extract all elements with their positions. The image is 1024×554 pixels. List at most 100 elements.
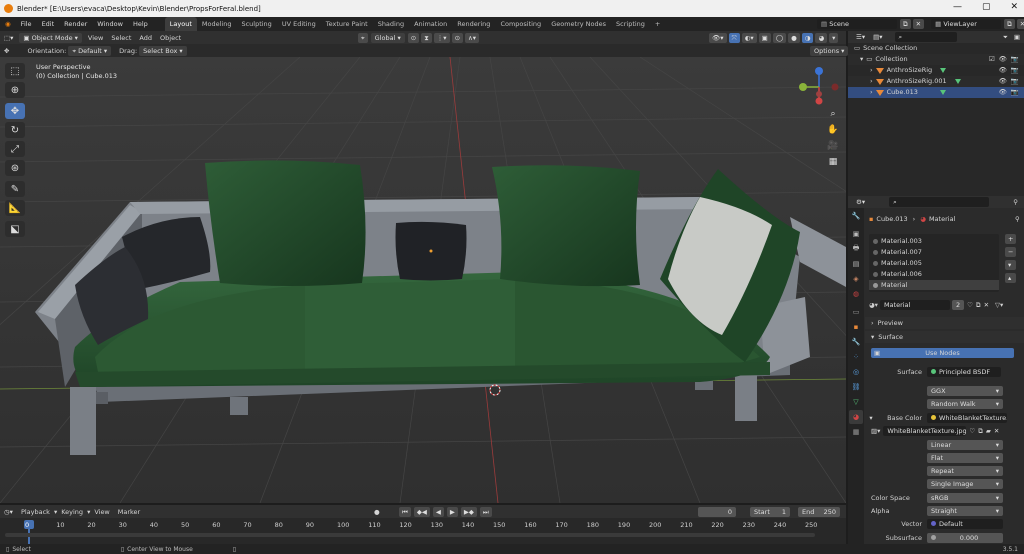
list-item[interactable]: Material.005 (873, 258, 922, 268)
tab-texture-paint[interactable]: Texture Paint (321, 17, 373, 31)
transform-tool[interactable]: ⊛ (5, 160, 25, 176)
material-slot-list[interactable]: Material.003 Material.007 Material.005 M… (869, 234, 999, 292)
outliner-row-scene-collection[interactable]: ▭ Scene Collection (848, 43, 1024, 54)
tab-modeling[interactable]: Modeling (197, 17, 237, 31)
material-shading-icon[interactable]: ◑ (801, 32, 814, 43)
pin-icon[interactable]: ⚲ (1013, 198, 1018, 206)
scene-tab-icon[interactable]: ◈ (849, 272, 863, 286)
menu-help[interactable]: Help (128, 20, 153, 28)
menu-render[interactable]: Render (59, 20, 92, 28)
blender-menu-icon[interactable]: ◉ (0, 20, 16, 28)
tool-tab-icon[interactable]: 🔧 (849, 209, 863, 223)
pivot-icon[interactable]: ⊙ (407, 32, 420, 43)
image-name-field[interactable]: WhiteBlanketTexture.jpg (883, 426, 967, 436)
perspective-grid-icon[interactable]: ▦ (826, 155, 840, 169)
outliner-row-cube-013[interactable]: › Cube.013 👁 📷 (848, 87, 1024, 98)
overlay-icon[interactable]: ◐▾ (741, 32, 757, 43)
tab-layout[interactable]: Layout (164, 17, 197, 31)
properties-editor-icon[interactable]: ⚙▾ (853, 197, 868, 207)
mode-dropdown[interactable]: ▣ Object Mode ▾ (19, 32, 82, 43)
fake-user-icon[interactable]: ♡ (969, 427, 975, 435)
outliner-editor-icon[interactable]: ☰▾ (853, 32, 868, 42)
outliner-row-collection[interactable]: ▾ ▭ Collection ☑ 👁 📷 (848, 54, 1024, 65)
drag-dropdown[interactable]: Select Box ▾ (139, 45, 187, 56)
surface-panel-header[interactable]: ▾ Surface (865, 331, 1024, 343)
view-layer-selector[interactable]: ▦ ViewLayer (931, 19, 1002, 29)
menu-view[interactable]: View (84, 34, 107, 42)
checkbox-icon[interactable]: ☑ (989, 54, 995, 65)
snap-target-icon[interactable]: ⋮▾ (433, 32, 450, 43)
data-tab-icon[interactable]: ▽ (849, 395, 863, 409)
menu-playback[interactable]: Playback (17, 508, 54, 516)
scale-tool[interactable]: ⤢ (5, 141, 25, 157)
play-button[interactable]: ▶ (446, 506, 458, 517)
falloff-icon[interactable]: ∧▾ (465, 32, 480, 43)
delete-scene-icon[interactable]: ✕ (912, 19, 925, 29)
auto-key-icon[interactable]: ● (374, 508, 380, 516)
projection-dropdown[interactable]: Flat ▾ (927, 453, 1003, 463)
rotate-tool[interactable]: ↻ (5, 122, 25, 138)
tab-animation[interactable]: Animation (409, 17, 452, 31)
visibility-icon[interactable]: 👁▾ (709, 32, 727, 43)
properties-search-input[interactable]: ⌕ (889, 197, 990, 207)
editor-type-icon[interactable]: ⬚▾ (1, 33, 16, 43)
rendered-shading-icon[interactable]: ◕ (815, 32, 828, 43)
alpha-dropdown[interactable]: Straight ▾ (927, 506, 1003, 516)
interpolation-dropdown[interactable]: Linear ▾ (927, 440, 1003, 450)
expand-arrow-icon[interactable]: ▾ (865, 414, 877, 422)
pillow-green-right[interactable] (492, 165, 640, 287)
expand-arrow-icon[interactable]: ▾ (860, 54, 863, 65)
transform-orientation-icon[interactable]: ⌖ (358, 32, 368, 43)
expand-arrow-icon[interactable]: › (870, 87, 873, 98)
unlink-icon[interactable]: ✕ (994, 427, 999, 435)
gizmo-icon[interactable]: ⤧ (728, 32, 740, 43)
next-keyframe-button[interactable]: ▶◆ (460, 506, 477, 517)
current-frame-field[interactable]: 0 (698, 506, 736, 517)
object-tab-icon[interactable]: ▪ (849, 320, 863, 334)
minimize-button[interactable]: — (953, 2, 962, 12)
prev-keyframe-button[interactable]: ◆◀ (413, 506, 430, 517)
orientation-dropdown[interactable]: ⌖ Default ▾ (68, 45, 112, 56)
menu-add[interactable]: Add (135, 34, 156, 42)
extension-dropdown[interactable]: Repeat ▾ (927, 466, 1003, 476)
output-tab-icon[interactable]: 🖶 (849, 242, 863, 256)
pillow-green-left[interactable] (205, 160, 366, 286)
camera-icon[interactable]: 📷 (1011, 87, 1019, 98)
timeline-editor-icon[interactable]: ◷▾ (1, 507, 16, 517)
snap-icon[interactable]: ⧗ (421, 32, 432, 43)
view-layer-tab-icon[interactable]: ▤ (849, 257, 863, 271)
eye-icon[interactable]: 👁 (999, 76, 1007, 87)
navigation-gizmo[interactable] (797, 65, 841, 109)
list-item[interactable]: Material.006 (873, 269, 922, 279)
slot-menu-button[interactable]: ▾ (1005, 260, 1017, 270)
source-dropdown[interactable]: Single Image ▾ (927, 479, 1003, 489)
pin-icon[interactable]: ⚲ (1015, 215, 1020, 223)
new-scene-icon[interactable]: ⧉ (900, 19, 911, 29)
camera-icon[interactable]: 📷 (1011, 54, 1019, 65)
close-button[interactable]: ✕ (1010, 2, 1018, 12)
menu-select[interactable]: Select (107, 34, 135, 42)
distribution-dropdown[interactable]: GGX ▾ (927, 386, 1003, 396)
outliner-row-anthrosizerig-001[interactable]: › AnthroSizeRig.001 👁 📷 (848, 76, 1024, 87)
move-slot-up-button[interactable]: ▴ (1005, 273, 1017, 283)
annotate-tool[interactable]: ✎ (5, 181, 25, 197)
new-collection-icon[interactable]: ▣ (1014, 33, 1020, 41)
pan-hand-icon[interactable]: ✋ (826, 123, 840, 137)
image-browse-icon[interactable]: ▨▾ (871, 427, 880, 435)
proportional-edit-icon[interactable]: ⊙ (451, 32, 464, 43)
wireframe-shading-icon[interactable]: ◯ (772, 32, 787, 43)
duplicate-icon[interactable]: ⧉ (978, 427, 983, 436)
xray-icon[interactable]: ▣ (758, 32, 771, 43)
material-tab-icon[interactable]: ◕ (849, 410, 863, 424)
measure-tool[interactable]: 📐 (5, 200, 25, 216)
texture-tab-icon[interactable]: ▦ (849, 425, 863, 439)
particles-tab-icon[interactable]: ⁘ (849, 350, 863, 364)
menu-object[interactable]: Object (156, 34, 185, 42)
add-cube-tool[interactable]: ⬕ (5, 221, 25, 237)
vector-field[interactable]: Default (927, 519, 1003, 529)
filter-icon[interactable]: ⏷ (1003, 33, 1008, 42)
end-frame-field[interactable]: End 250 (798, 506, 840, 517)
camera-icon[interactable]: 📷 (1011, 65, 1019, 76)
move-tool[interactable]: ✥ (5, 103, 25, 119)
unlink-icon[interactable]: ✕ (984, 301, 989, 309)
